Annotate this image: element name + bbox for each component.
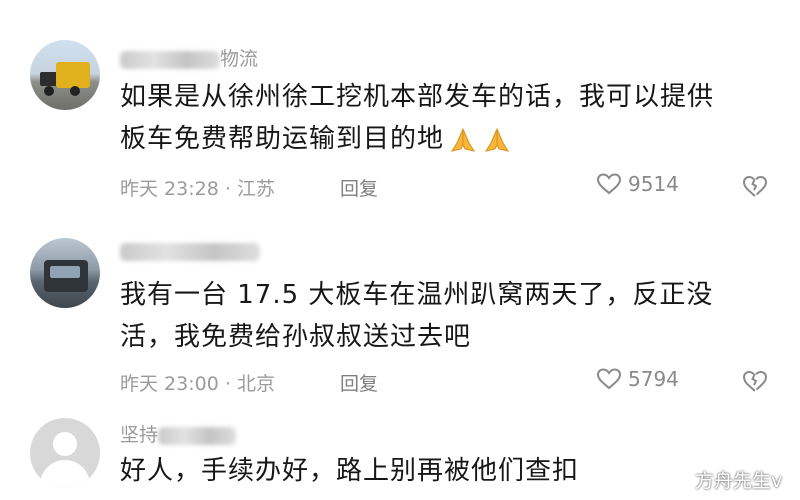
- avatar[interactable]: [30, 238, 100, 308]
- username-text: 坚持: [120, 424, 159, 446]
- dislike-button[interactable]: [742, 173, 768, 199]
- comment-text-line: 好人，手续办好，路上别再被他们查扣: [120, 456, 580, 486]
- broken-heart-icon: [742, 175, 768, 197]
- comment-text: 如果是从徐州徐工挖机本部发车的话，我可以提供 板车免费帮助运输到目的地: [120, 76, 760, 160]
- comment-text-line: 如果是从徐州徐工挖机本部发车的话，我可以提供: [120, 82, 715, 112]
- heart-outline-icon: [596, 173, 622, 195]
- meta-separator: ·: [224, 178, 231, 200]
- comment-time: 昨天 23:28: [120, 178, 219, 200]
- username[interactable]: 坚持: [120, 420, 237, 447]
- blurred-name: [120, 242, 260, 261]
- comment-meta: 昨天 23:00 · 北京: [120, 369, 275, 396]
- blurred-name: [120, 50, 220, 69]
- comment-location: 北京: [236, 373, 275, 395]
- pray-emoji: [448, 125, 478, 155]
- meta-separator: ·: [224, 373, 231, 395]
- weibo-logo-icon: [666, 471, 689, 489]
- avatar[interactable]: [30, 418, 100, 488]
- username[interactable]: 物流: [120, 44, 258, 71]
- blurred-name: [158, 426, 237, 445]
- comment-text-line: 活，我免费给孙叔叔送过去吧: [120, 322, 472, 352]
- username-text: 物流: [220, 48, 259, 70]
- broken-heart-icon: [742, 370, 768, 392]
- reply-button[interactable]: 回复: [340, 174, 378, 201]
- username[interactable]: [120, 240, 260, 262]
- comment-text: 我有一台 17.5 大板车在温州趴窝两天了，反正没 活，我免费给孙叔叔送过去吧: [120, 274, 760, 358]
- comment-text-line: 我有一台 17.5 大板车在温州趴窝两天了，反正没: [120, 280, 714, 310]
- comment-text-line: 板车免费帮助运输到目的地: [120, 124, 445, 154]
- pray-emoji: [482, 125, 512, 155]
- heart-outline-icon: [596, 368, 622, 390]
- reply-button[interactable]: 回复: [340, 369, 378, 396]
- like-button[interactable]: 9514: [596, 172, 679, 196]
- avatar[interactable]: [30, 40, 100, 110]
- comment-location: 江苏: [236, 178, 275, 200]
- like-count: 9514: [628, 172, 679, 196]
- like-count: 5794: [628, 367, 679, 391]
- dislike-button[interactable]: [742, 368, 768, 394]
- watermark-text: 方舟先生v: [695, 470, 783, 492]
- comment-time: 昨天 23:00: [120, 373, 219, 395]
- comment-meta: 昨天 23:28 · 江苏: [120, 174, 275, 201]
- comment-text: 好人，手续办好，路上别再被他们查扣: [120, 450, 760, 492]
- watermark: 方舟先生v: [665, 466, 782, 493]
- like-button[interactable]: 5794: [596, 367, 679, 391]
